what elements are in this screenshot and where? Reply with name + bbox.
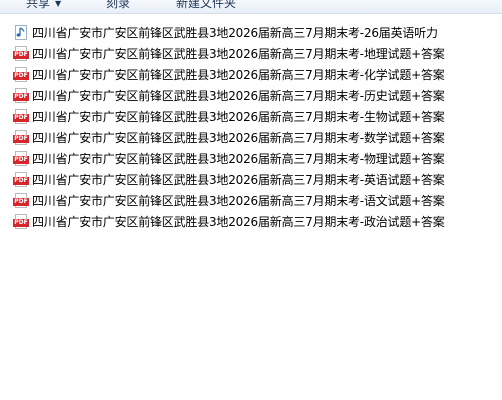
pdf-file-icon: PDF xyxy=(13,213,29,230)
pdf-icon-label: PDF xyxy=(13,50,29,59)
file-item[interactable]: PDF 四川省广安市广安区前锋区武胜县3地2026届新高三7月期末考-政治试题+… xyxy=(0,211,502,232)
pdf-file-icon: PDF xyxy=(13,171,29,188)
file-item[interactable]: PDF 四川省广安市广安区前锋区武胜县3地2026届新高三7月期末考-数学试题+… xyxy=(0,127,502,148)
burn-label: 刻录 xyxy=(106,0,131,10)
new-folder-label: 新建文件夹 xyxy=(176,0,237,10)
file-list: 四川省广安市广安区前锋区武胜县3地2026届新高三7月期末考-26届英语听力 P… xyxy=(0,22,502,232)
pdf-file-icon: PDF xyxy=(13,108,29,125)
file-name: 四川省广安市广安区前锋区武胜县3地2026届新高三7月期末考-历史试题+答案 xyxy=(32,89,445,103)
file-name: 四川省广安市广安区前锋区武胜县3地2026届新高三7月期末考-政治试题+答案 xyxy=(32,215,445,229)
file-item[interactable]: PDF 四川省广安市广安区前锋区武胜县3地2026届新高三7月期末考-语文试题+… xyxy=(0,190,502,211)
pdf-icon-label: PDF xyxy=(13,92,29,101)
pdf-icon-label: PDF xyxy=(13,218,29,227)
file-item[interactable]: 四川省广安市广安区前锋区武胜县3地2026届新高三7月期末考-26届英语听力 xyxy=(0,22,502,43)
pdf-icon-label: PDF xyxy=(13,71,29,80)
share-button[interactable]: 共享 ▼ xyxy=(26,0,61,12)
pdf-file-icon: PDF xyxy=(13,45,29,62)
file-item[interactable]: PDF 四川省广安市广安区前锋区武胜县3地2026届新高三7月期末考-生物试题+… xyxy=(0,106,502,127)
file-name: 四川省广安市广安区前锋区武胜县3地2026届新高三7月期末考-化学试题+答案 xyxy=(32,68,445,82)
file-name: 四川省广安市广安区前锋区武胜县3地2026届新高三7月期末考-地理试题+答案 xyxy=(32,47,445,61)
file-item[interactable]: PDF 四川省广安市广安区前锋区武胜县3地2026届新高三7月期末考-地理试题+… xyxy=(0,43,502,64)
pdf-file-icon: PDF xyxy=(13,66,29,83)
pdf-icon-label: PDF xyxy=(13,176,29,185)
file-item[interactable]: PDF 四川省广安市广安区前锋区武胜县3地2026届新高三7月期末考-历史试题+… xyxy=(0,85,502,106)
pdf-icon-label: PDF xyxy=(13,113,29,122)
file-name: 四川省广安市广安区前锋区武胜县3地2026届新高三7月期末考-物理试题+答案 xyxy=(32,152,445,166)
pdf-icon-label: PDF xyxy=(13,155,29,164)
file-name: 四川省广安市广安区前锋区武胜县3地2026届新高三7月期末考-26届英语听力 xyxy=(32,26,438,40)
share-label: 共享 xyxy=(26,0,51,10)
pdf-icon-label: PDF xyxy=(13,134,29,143)
file-item[interactable]: PDF 四川省广安市广安区前锋区武胜县3地2026届新高三7月期末考-化学试题+… xyxy=(0,64,502,85)
pdf-file-icon: PDF xyxy=(13,192,29,209)
burn-button[interactable]: 刻录 xyxy=(106,0,130,12)
file-name: 四川省广安市广安区前锋区武胜县3地2026届新高三7月期末考-英语试题+答案 xyxy=(32,173,445,187)
file-item[interactable]: PDF 四川省广安市广安区前锋区武胜县3地2026届新高三7月期末考-英语试题+… xyxy=(0,169,502,190)
new-folder-button[interactable]: 新建文件夹 xyxy=(176,0,236,12)
file-item[interactable]: PDF 四川省广安市广安区前锋区武胜县3地2026届新高三7月期末考-物理试题+… xyxy=(0,148,502,169)
pdf-file-icon: PDF xyxy=(13,87,29,104)
pdf-icon-label: PDF xyxy=(13,197,29,206)
explorer-window: 共享 ▼ 刻录 新建文件夹 四川省广安市广安区前锋区武胜县3地2026届新高三7月… xyxy=(0,0,502,400)
file-name: 四川省广安市广安区前锋区武胜县3地2026届新高三7月期末考-生物试题+答案 xyxy=(32,110,445,124)
pdf-file-icon: PDF xyxy=(13,129,29,146)
chevron-down-icon: ▼ xyxy=(55,0,62,8)
pdf-file-icon: PDF xyxy=(13,150,29,167)
file-name: 四川省广安市广安区前锋区武胜县3地2026届新高三7月期末考-语文试题+答案 xyxy=(32,194,445,208)
command-bar: 共享 ▼ 刻录 新建文件夹 xyxy=(0,0,502,14)
audio-file-icon xyxy=(13,24,29,41)
file-name: 四川省广安市广安区前锋区武胜县3地2026届新高三7月期末考-数学试题+答案 xyxy=(32,131,445,145)
